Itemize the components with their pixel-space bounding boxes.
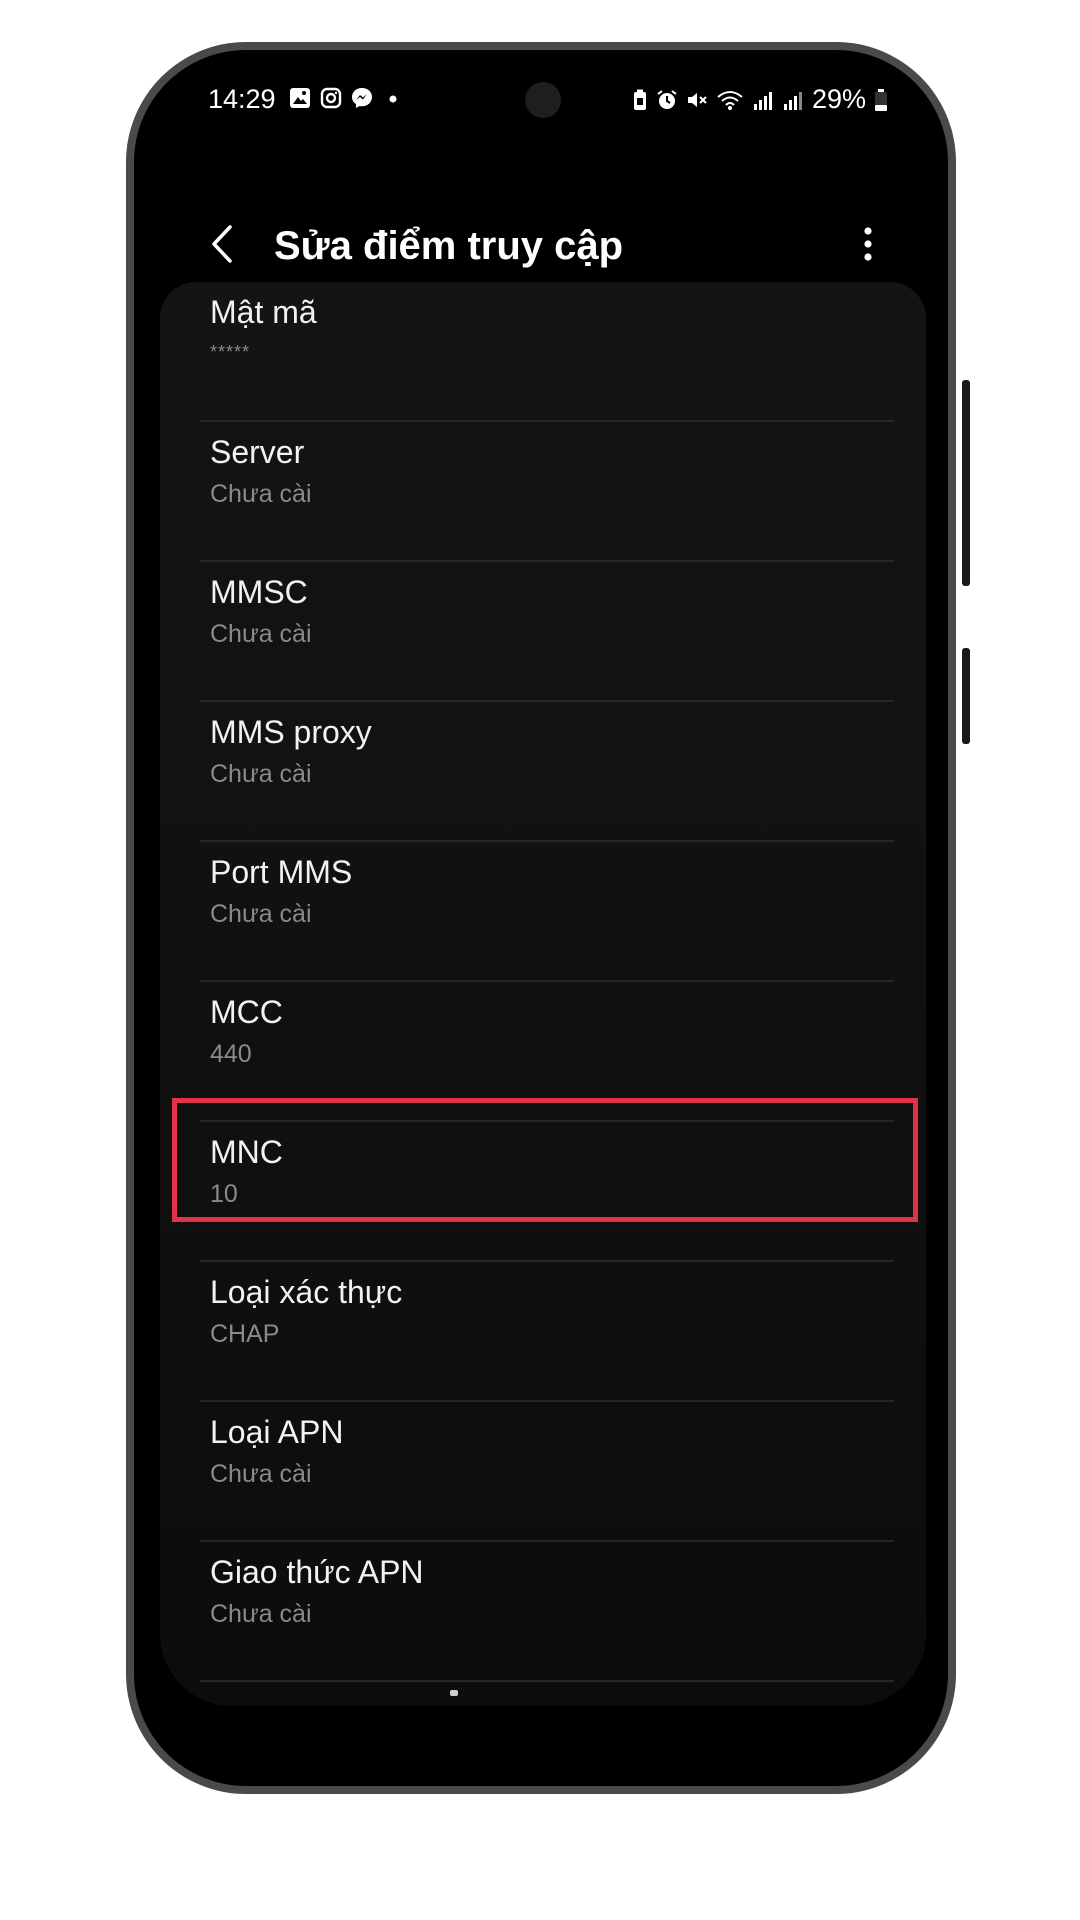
battery-icon [875,88,887,111]
setting-item-apn-protocol[interactable]: Giao thức APN Chưa cài [160,1542,926,1682]
setting-item-auth-type[interactable]: Loại xác thực CHAP [160,1262,926,1402]
setting-title: Server [210,434,305,470]
divider [200,1680,894,1682]
battery-saver-icon [633,89,646,110]
setting-value: Chưa cài [210,1460,312,1488]
setting-value: Chưa cài [210,760,312,788]
alarm-icon [657,89,677,109]
phone-screen: 14:29 29% Sửa điểm truy cập Mật mã *****… [160,74,926,1706]
apn-settings-list: Mật mã ***** Server Chưa cài MMSC Chưa c… [160,282,926,1706]
volume-button [962,380,970,586]
setting-value: CHAP [210,1320,280,1348]
setting-title: Port MMS [210,854,353,890]
setting-title: MCC [210,994,283,1030]
setting-item-mcc[interactable]: MCC 440 [160,982,926,1122]
signal-sim1-icon [753,91,772,110]
status-time: 14:29 [208,84,276,114]
status-right-icons: 29% [632,84,888,115]
notification-icons [288,86,405,110]
setting-title: MNC [210,1134,283,1170]
setting-item-mnc[interactable]: MNC 10 [160,1122,926,1262]
gallery-icon [288,86,312,110]
setting-value: ***** [210,342,251,362]
instagram-icon [319,86,343,110]
setting-title: Mật mã [210,294,317,330]
battery-percentage: 29% [811,84,866,114]
stage: 14:29 29% Sửa điểm truy cập Mật mã *****… [0,0,1080,1920]
setting-value: 10 [210,1180,238,1208]
setting-title: Loại xác thực [210,1274,403,1310]
messenger-icon [350,86,374,110]
setting-value: 440 [210,1040,252,1068]
setting-item-password[interactable]: Mật mã ***** [160,282,926,422]
signal-sim2-icon [783,91,802,110]
setting-item-mmsc[interactable]: MMSC Chưa cài [160,562,926,702]
setting-value: Chưa cài [210,480,312,508]
setting-item-mms-proxy[interactable]: MMS proxy Chưa cài [160,702,926,842]
more-vertical-icon [864,227,872,261]
next-item-peek [450,1690,458,1696]
setting-title: Giao thức APN [210,1554,424,1590]
setting-item-mms-port[interactable]: Port MMS Chưa cài [160,842,926,982]
setting-value: Chưa cài [210,620,312,648]
setting-title: MMSC [210,574,308,610]
setting-title: MMS proxy [210,714,372,750]
status-bar: 14:29 29% [160,74,926,126]
setting-value: Chưa cài [210,900,312,928]
back-button[interactable] [202,216,242,272]
mute-icon [687,92,707,107]
dot-icon [381,86,405,110]
more-options-button[interactable] [848,216,888,272]
front-camera [525,82,561,118]
setting-item-server[interactable]: Server Chưa cài [160,422,926,562]
wifi-icon [717,90,743,110]
setting-value: Chưa cài [210,1600,312,1628]
power-button [962,648,970,744]
app-header: Sửa điểm truy cập [160,194,926,294]
back-arrow-icon [212,225,232,263]
setting-title: Loại APN [210,1414,344,1450]
setting-item-apn-type[interactable]: Loại APN Chưa cài [160,1402,926,1542]
page-title: Sửa điểm truy cập [274,224,624,268]
